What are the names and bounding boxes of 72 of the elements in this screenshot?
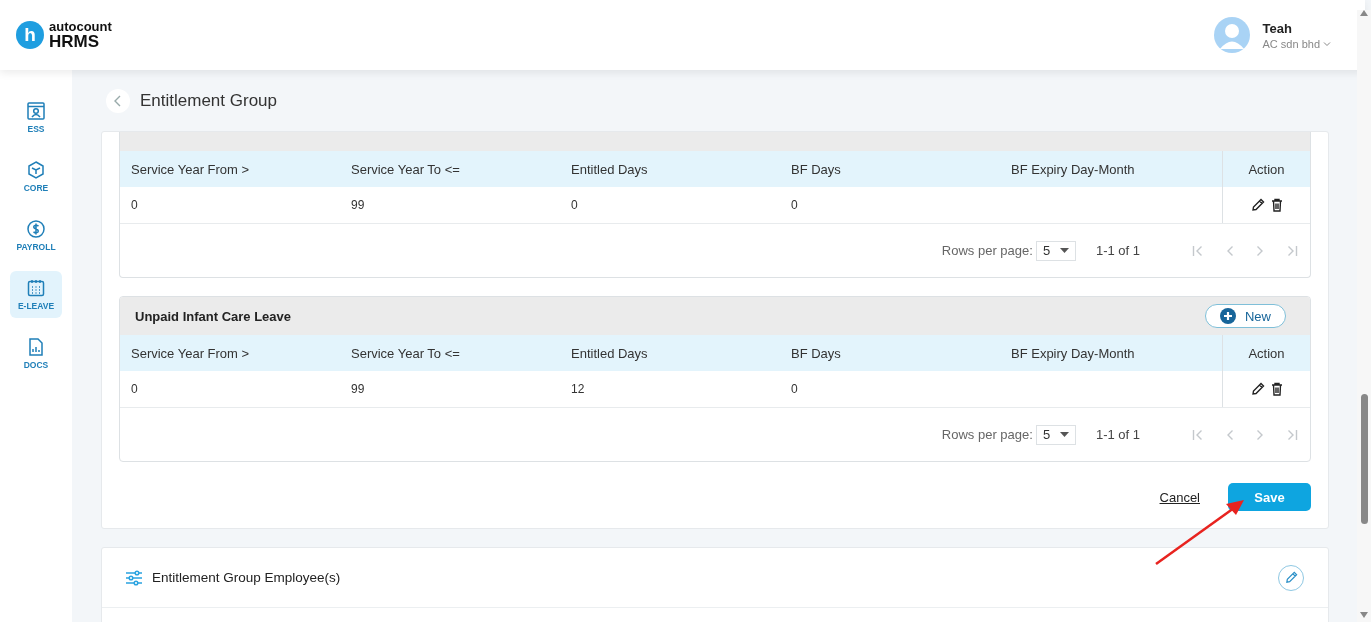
- section-title: Unpaid Infant Care Leave: [135, 308, 292, 324]
- previous-page-icon[interactable]: [1226, 244, 1234, 257]
- cube-icon: [26, 160, 46, 180]
- edit-icon[interactable]: [1250, 198, 1265, 212]
- next-page-icon[interactable]: [1256, 244, 1264, 257]
- edit-button[interactable]: [1278, 564, 1304, 591]
- delete-icon[interactable]: [1270, 382, 1283, 396]
- page-range: 1-1 of 1: [1095, 243, 1140, 258]
- panel-title: Entitlement Group Employee(s): [152, 570, 342, 585]
- table-cell-text: 0: [131, 198, 139, 212]
- last-page-icon[interactable]: [1286, 244, 1298, 257]
- brand-name: autocount: [49, 20, 112, 33]
- table-cell-text: 99: [351, 198, 366, 212]
- user-name: Teah: [1262, 20, 1293, 36]
- column-header: Action: [1222, 335, 1310, 371]
- calendar-icon: [26, 278, 46, 298]
- scroll-up-icon[interactable]: [1360, 10, 1368, 16]
- sidebar-item[interactable]: PAYROLL: [10, 212, 62, 259]
- column-header: BF Expiry Day-Month: [1011, 345, 1136, 361]
- edit-icon[interactable]: [1250, 382, 1265, 396]
- first-page-icon[interactable]: [1192, 244, 1204, 257]
- chevron-left-icon: [113, 94, 123, 107]
- rows-per-page-label: Rows per page:: [941, 427, 1033, 442]
- column-header: Entitled Days: [571, 161, 649, 177]
- company-selector[interactable]: AC sdn bhd: [1262, 37, 1331, 50]
- rows-per-page-select[interactable]: 5: [1035, 424, 1076, 445]
- sidebar-item[interactable]: ESS: [10, 94, 62, 141]
- next-page-icon[interactable]: [1256, 428, 1264, 441]
- table-cell-text: 0: [131, 382, 139, 396]
- previous-page-icon[interactable]: [1226, 428, 1234, 441]
- delete-icon[interactable]: [1270, 198, 1283, 212]
- table-cell-text: 0: [791, 382, 799, 396]
- back-button[interactable]: [106, 88, 130, 113]
- caret-icon: [1059, 248, 1069, 253]
- scrollbar-thumb[interactable]: [1360, 394, 1368, 524]
- column-header: BF Expiry Day-Month: [1011, 161, 1136, 177]
- page-range: 1-1 of 1: [1095, 427, 1140, 442]
- filter-icon: [125, 569, 143, 586]
- first-page-icon[interactable]: [1192, 428, 1204, 441]
- brand-product: HRMS: [49, 33, 101, 50]
- column-header: Service Year To <=: [351, 345, 461, 361]
- rows-per-page-label: Rows per page:: [941, 243, 1033, 258]
- rows-per-page-select[interactable]: 5: [1035, 240, 1076, 261]
- caret-icon: [1323, 40, 1331, 47]
- column-header: Service Year From >: [131, 161, 251, 177]
- column-header: Entitled Days: [571, 345, 649, 361]
- chart-document-icon: [26, 337, 46, 357]
- sidebar-item[interactable]: CORE: [10, 153, 62, 200]
- sidebar-item[interactable]: DOCS: [10, 330, 62, 377]
- dollar-icon: [26, 219, 46, 239]
- sidebar-item[interactable]: E-LEAVE: [10, 271, 62, 318]
- scroll-down-icon[interactable]: [1360, 612, 1368, 618]
- table-cell-text: 0: [571, 198, 579, 212]
- page-title: Entitlement Group: [140, 90, 277, 111]
- table-cell-text: 12: [571, 382, 586, 396]
- column-header: Action: [1222, 151, 1310, 187]
- logo-mark: h: [16, 21, 44, 49]
- column-header: BF Days: [791, 345, 842, 361]
- column-header: Service Year From >: [131, 345, 251, 361]
- caret-icon: [1059, 432, 1069, 437]
- table-cell-text: 99: [351, 382, 366, 396]
- pencil-icon: [1284, 571, 1298, 584]
- avatar-icon[interactable]: [1213, 17, 1250, 53]
- plus-icon: [1220, 308, 1236, 324]
- last-page-icon[interactable]: [1286, 428, 1298, 441]
- table-cell-text: 0: [791, 198, 799, 212]
- cancel-link[interactable]: Cancel: [1159, 489, 1200, 505]
- column-header: Service Year To <=: [351, 161, 461, 177]
- profile-icon: [26, 101, 46, 121]
- column-header: BF Days: [791, 161, 842, 177]
- save-button[interactable]: Save: [1228, 483, 1311, 511]
- new-button[interactable]: New: [1205, 304, 1286, 328]
